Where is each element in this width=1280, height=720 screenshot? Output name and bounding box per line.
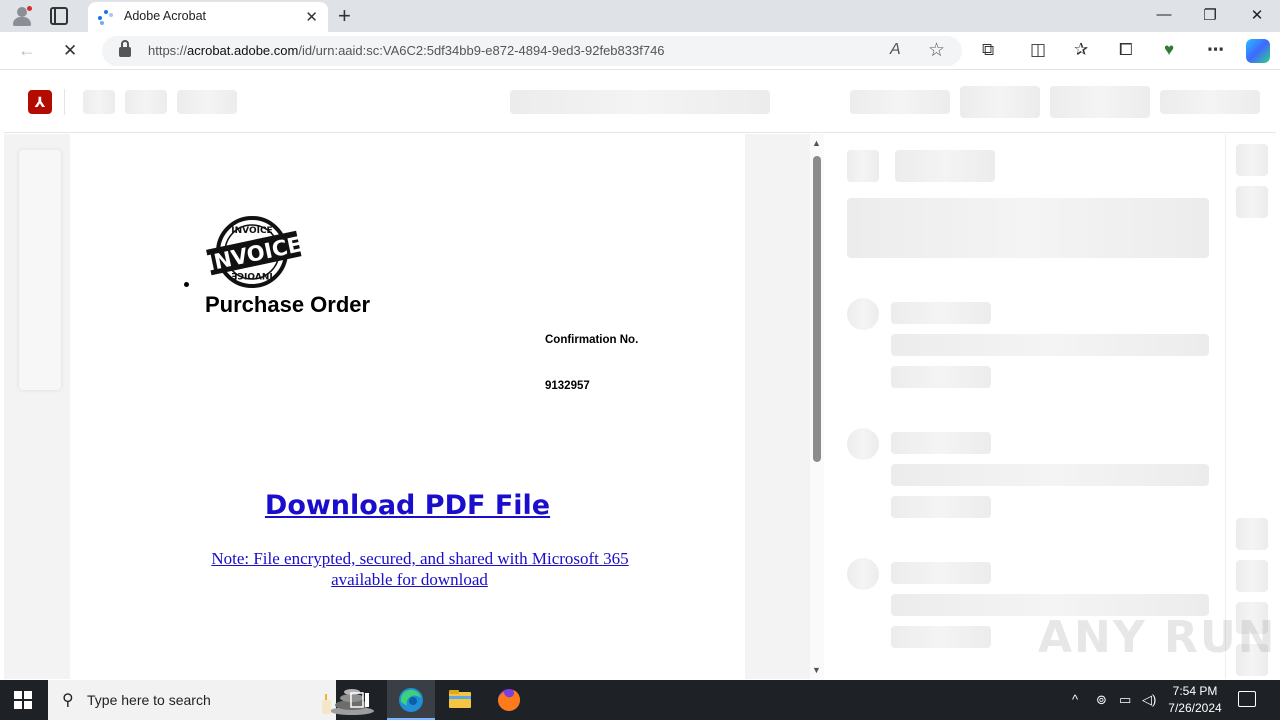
loading-placeholder xyxy=(891,464,1209,486)
loading-placeholder xyxy=(1236,518,1268,550)
windows-start-icon[interactable] xyxy=(14,691,32,709)
scrollbar-thumb[interactable] xyxy=(813,156,821,462)
tab-title: Adobe Acrobat xyxy=(124,9,207,23)
favorites-icon[interactable]: ✰ xyxy=(1074,40,1088,60)
loading-placeholder xyxy=(847,298,879,330)
more-menu-icon[interactable]: ⋯ xyxy=(1207,40,1224,60)
taskbar-search-box[interactable]: ⚲ Type here to search xyxy=(48,680,374,720)
stop-loading-icon[interactable]: ✕ xyxy=(63,41,77,61)
collections-icon[interactable]: ⧠ xyxy=(1119,40,1133,60)
read-aloud-icon[interactable]: A xyxy=(890,41,901,59)
loading-placeholder xyxy=(891,496,991,518)
vertical-scrollbar[interactable]: ▲ ▼ xyxy=(810,134,824,679)
file-explorer-icon[interactable] xyxy=(436,680,484,720)
loading-placeholder xyxy=(1236,186,1268,218)
clock-time: 7:54 PM xyxy=(1172,684,1218,698)
address-bar[interactable]: https://acrobat.adobe.com/id/urn:aaid:sc… xyxy=(102,36,962,66)
acrobat-page: ⅄ INVOICE INVOICE INVOICE Purchase Order… xyxy=(4,71,1276,679)
header-divider xyxy=(64,89,65,115)
extensions-icon[interactable]: ⧉ xyxy=(982,40,994,60)
loading-placeholder xyxy=(891,366,991,388)
left-thumbnail-rail xyxy=(4,134,70,679)
loading-placeholder xyxy=(1160,90,1260,114)
tab-adobe-acrobat[interactable]: Adobe Acrobat ✕ xyxy=(88,2,328,32)
lock-icon[interactable] xyxy=(119,40,131,57)
loading-placeholder xyxy=(847,198,1209,258)
loading-placeholder xyxy=(19,150,61,390)
document-viewer: INVOICE INVOICE INVOICE Purchase Order C… xyxy=(70,134,745,679)
confirmation-label: Confirmation No. xyxy=(545,334,639,346)
tab-actions-icon[interactable] xyxy=(50,7,68,25)
loading-placeholder xyxy=(1236,560,1268,592)
anyrun-watermark: ANY RUN xyxy=(1038,612,1277,663)
loading-placeholder xyxy=(125,90,167,114)
right-tool-rail xyxy=(1226,134,1276,679)
minimize-button[interactable]: — xyxy=(1154,6,1174,23)
document-title: Purchase Order xyxy=(205,292,371,317)
browser-toolbar: ← ✕ https://acrobat.adobe.com/id/urn:aai… xyxy=(0,32,1280,70)
loading-placeholder xyxy=(895,150,995,182)
acrobat-logo-icon[interactable]: ⅄ xyxy=(28,90,52,114)
note-link[interactable]: Note: File encrypted, secured, and share… xyxy=(70,548,770,590)
tab-close-icon[interactable]: ✕ xyxy=(305,8,318,26)
search-placeholder: Type here to search xyxy=(87,692,211,708)
invoice-stamp-icon: INVOICE INVOICE INVOICE xyxy=(206,216,302,288)
task-view-icon[interactable] xyxy=(336,680,384,720)
loading-placeholder xyxy=(83,90,115,114)
notifications-icon[interactable] xyxy=(1238,691,1256,707)
loading-placeholder xyxy=(177,90,237,114)
copilot-icon[interactable] xyxy=(1246,39,1270,63)
loading-placeholder xyxy=(847,428,879,460)
loading-placeholder xyxy=(850,90,950,114)
loading-placeholder xyxy=(1050,86,1150,118)
download-pdf-link[interactable]: Download PDF File xyxy=(70,490,745,521)
loading-placeholder xyxy=(891,562,991,584)
window-close-button[interactable]: ✕ xyxy=(1247,6,1267,24)
svg-text:INVOICE: INVOICE xyxy=(231,270,272,280)
browser-tab-strip: Adobe Acrobat ✕ + — ❐ ✕ xyxy=(0,0,1280,32)
loading-placeholder xyxy=(891,626,991,648)
loading-placeholder xyxy=(1236,144,1268,176)
edge-taskbar-icon[interactable] xyxy=(387,680,435,720)
acrobat-header: ⅄ xyxy=(4,71,1276,133)
show-hidden-icons-chevron[interactable]: ^ xyxy=(1072,692,1078,707)
list-bullet xyxy=(184,282,189,287)
note-link-line2[interactable]: available for download xyxy=(70,569,745,590)
new-tab-button[interactable]: + xyxy=(338,3,351,29)
restore-button[interactable]: ❐ xyxy=(1200,6,1220,24)
windows-taskbar: ⚲ Type here to search ^ ⊚ ▭ ◁) 7:54 PM 7… xyxy=(0,680,1280,720)
document-gutter xyxy=(745,134,810,679)
loading-placeholder xyxy=(960,86,1040,118)
svg-text:INVOICE: INVOICE xyxy=(231,226,272,236)
loading-placeholder xyxy=(847,558,879,590)
loading-favicon-icon xyxy=(98,10,114,26)
loading-placeholder xyxy=(891,334,1209,356)
clock-date: 7/26/2024 xyxy=(1168,701,1222,715)
favorite-star-icon[interactable]: ☆ xyxy=(928,39,945,62)
back-arrow-icon[interactable]: ← xyxy=(18,40,36,61)
network-icon[interactable]: ▭ xyxy=(1119,692,1131,708)
confirmation-number: 9132957 xyxy=(545,380,590,392)
note-link-line1[interactable]: Note: File encrypted, secured, and share… xyxy=(70,548,770,569)
split-screen-icon[interactable]: ◫ xyxy=(1030,40,1046,60)
browser-essentials-icon[interactable]: ♥ xyxy=(1164,40,1174,60)
loading-placeholder xyxy=(847,150,879,182)
firefox-icon[interactable] xyxy=(485,680,533,720)
loading-placeholder xyxy=(891,432,991,454)
scroll-up-icon[interactable]: ▲ xyxy=(812,138,821,148)
right-side-panel xyxy=(824,134,1226,679)
scroll-down-icon[interactable]: ▼ xyxy=(812,665,821,675)
meet-now-icon[interactable]: ⊚ xyxy=(1096,692,1107,708)
search-icon: ⚲ xyxy=(62,692,74,709)
profile-icon[interactable] xyxy=(10,5,34,27)
loading-placeholder xyxy=(510,90,770,114)
url-text[interactable]: https://acrobat.adobe.com/id/urn:aaid:sc… xyxy=(148,43,665,58)
loading-placeholder xyxy=(891,302,991,324)
volume-icon[interactable]: ◁) xyxy=(1142,692,1156,708)
taskbar-clock[interactable]: 7:54 PM 7/26/2024 xyxy=(1160,683,1230,717)
